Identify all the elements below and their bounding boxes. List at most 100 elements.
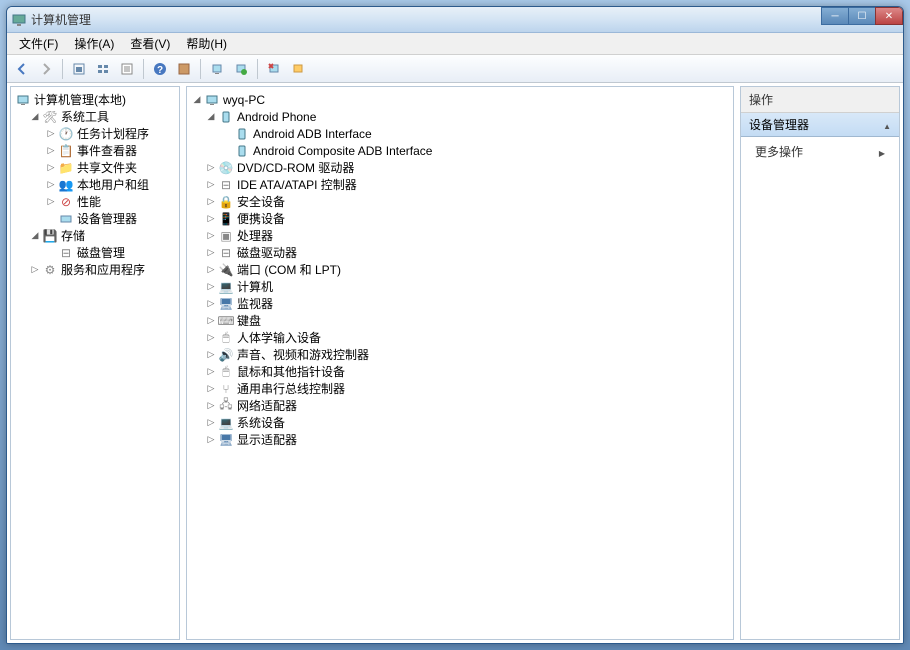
collapse-icon[interactable]: ◢ [29,230,41,242]
tree-label: Android Composite ADB Interface [253,144,432,158]
device-ports[interactable]: ▷ 🔌 端口 (COM 和 LPT) [189,261,731,278]
folder-icon: 📁 [58,160,74,176]
tree-event-viewer[interactable]: ▷ 📋 事件查看器 [13,142,177,159]
expand-icon[interactable]: ▷ [205,230,217,242]
device-computer[interactable]: ▷ 💻 计算机 [189,278,731,295]
tree-task-scheduler[interactable]: ▷ 🕐 任务计划程序 [13,125,177,142]
expand-icon[interactable]: ▷ [205,434,217,446]
tree-device-manager[interactable]: 设备管理器 [13,210,177,227]
device-keyboard[interactable]: ▷ ⌨ 键盘 [189,312,731,329]
collapse-icon[interactable]: ◢ [29,111,41,123]
toolbar: ? [7,55,903,83]
collapse-icon[interactable] [883,118,891,132]
tree-label: 计算机管理(本地) [34,91,126,108]
device-display[interactable]: ▷ 🖥 显示适配器 [189,431,731,448]
device-processor[interactable]: ▷ ▣ 处理器 [189,227,731,244]
more-actions-label: 更多操作 [755,143,803,160]
content-area: 计算机管理(本地) ◢ 🛠 系统工具 ▷ 🕐 任务计划程序 ▷ 📋 事件查看器 [7,83,903,643]
left-pane: 计算机管理(本地) ◢ 🛠 系统工具 ▷ 🕐 任务计划程序 ▷ 📋 事件查看器 [10,86,180,640]
expand-icon[interactable]: ▷ [45,128,57,140]
expand-icon[interactable]: ▷ [205,315,217,327]
audio-icon: 🔊 [218,347,234,363]
expand-icon[interactable]: ▷ [205,213,217,225]
tree-system-tools[interactable]: ◢ 🛠 系统工具 [13,108,177,125]
expand-icon[interactable]: ▷ [205,298,217,310]
expand-icon[interactable]: ▷ [45,179,57,191]
views-button[interactable] [92,58,114,80]
minimize-button[interactable]: ─ [821,7,849,25]
tree-label: 磁盘管理 [77,244,125,261]
tree-label: IDE ATA/ATAPI 控制器 [237,176,357,193]
expand-icon[interactable]: ▷ [205,349,217,361]
expand-icon[interactable]: ▷ [205,417,217,429]
expand-icon[interactable]: ▷ [45,145,57,157]
back-button[interactable] [11,58,33,80]
device-portable[interactable]: ▷ 📱 便携设备 [189,210,731,227]
tree-label: Android Phone [237,110,316,124]
tree-label: 性能 [77,193,101,210]
device-audio[interactable]: ▷ 🔊 声音、视频和游戏控制器 [189,346,731,363]
collapse-icon[interactable]: ◢ [191,94,203,106]
phone-icon [218,109,234,125]
tree-label: 监视器 [237,295,273,312]
tree-label: 计算机 [237,278,273,295]
actions-section[interactable]: 设备管理器 [741,113,899,137]
close-button[interactable]: ✕ [875,7,903,25]
uninstall-button[interactable] [263,58,285,80]
device-ide[interactable]: ▷ ⊟ IDE ATA/ATAPI 控制器 [189,176,731,193]
tree-local-users[interactable]: ▷ 👥 本地用户和组 [13,176,177,193]
tool-button-1[interactable] [173,58,195,80]
more-actions-link[interactable]: 更多操作 [741,137,899,166]
device-usb[interactable]: ▷ ⑂ 通用串行总线控制器 [189,380,731,397]
expand-icon[interactable]: ▷ [205,162,217,174]
expand-icon[interactable]: ▷ [45,196,57,208]
device-hid[interactable]: ▷ 🖱 人体学输入设备 [189,329,731,346]
spacer [221,128,233,140]
properties-button[interactable] [116,58,138,80]
expand-icon[interactable]: ▷ [205,281,217,293]
service-icon: ⚙ [42,262,58,278]
tree-shared-folders[interactable]: ▷ 📁 共享文件夹 [13,159,177,176]
tree-performance[interactable]: ▷ ⊘ 性能 [13,193,177,210]
expand-icon[interactable]: ▷ [205,196,217,208]
menu-view[interactable]: 查看(V) [122,33,178,54]
expand-icon[interactable]: ▷ [29,264,41,276]
device-monitor[interactable]: ▷ 🖥 监视器 [189,295,731,312]
device-android-phone[interactable]: ◢ Android Phone [189,108,731,125]
refresh-button[interactable] [230,58,252,80]
toolbar-separator [200,59,201,79]
titlebar[interactable]: 计算机管理 ─ ☐ ✕ [7,7,903,33]
device-mouse[interactable]: ▷ 🖱 鼠标和其他指针设备 [189,363,731,380]
collapse-icon[interactable]: ◢ [205,111,217,123]
device-security[interactable]: ▷ 🔒 安全设备 [189,193,731,210]
menu-action[interactable]: 操作(A) [66,33,122,54]
device-dvd[interactable]: ▷ 💿 DVD/CD-ROM 驱动器 [189,159,731,176]
forward-button[interactable] [35,58,57,80]
tree-services[interactable]: ▷ ⚙ 服务和应用程序 [13,261,177,278]
help-button[interactable]: ? [149,58,171,80]
expand-icon[interactable]: ▷ [205,332,217,344]
expand-icon[interactable]: ▷ [205,366,217,378]
menu-help[interactable]: 帮助(H) [178,33,235,54]
device-android-composite[interactable]: Android Composite ADB Interface [189,142,731,159]
device-network[interactable]: ▷ 🖧 网络适配器 [189,397,731,414]
tree-storage[interactable]: ◢ 💾 存储 [13,227,177,244]
up-button[interactable] [68,58,90,80]
tree-disk-management[interactable]: ⊟ 磁盘管理 [13,244,177,261]
expand-icon[interactable]: ▷ [205,247,217,259]
tree-root[interactable]: 计算机管理(本地) [13,91,177,108]
device-root[interactable]: ◢ wyq-PC [189,91,731,108]
expand-icon[interactable]: ▷ [205,264,217,276]
expand-icon[interactable]: ▷ [45,162,57,174]
expand-icon[interactable]: ▷ [205,400,217,412]
maximize-button[interactable]: ☐ [848,7,876,25]
device-disk-drive[interactable]: ▷ ⊟ 磁盘驱动器 [189,244,731,261]
menu-file[interactable]: 文件(F) [11,33,66,54]
legacy-button[interactable] [287,58,309,80]
scan-button[interactable] [206,58,228,80]
device-android-adb[interactable]: Android ADB Interface [189,125,731,142]
expand-icon[interactable]: ▷ [205,383,217,395]
expand-icon[interactable]: ▷ [205,179,217,191]
device-system[interactable]: ▷ 💻 系统设备 [189,414,731,431]
spacer [45,247,57,259]
